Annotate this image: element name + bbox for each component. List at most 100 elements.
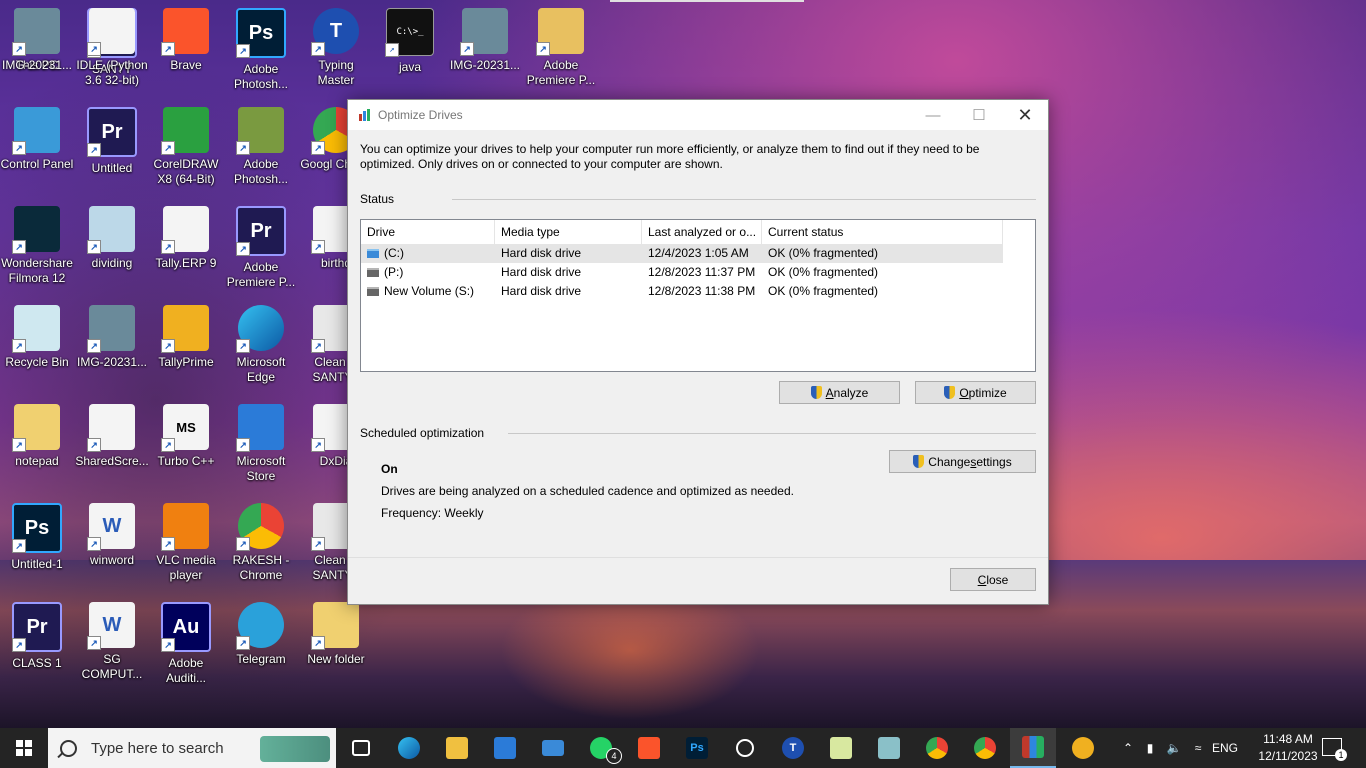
taskbar-optimize-drives[interactable] xyxy=(1010,728,1056,768)
folder-icon: ↗ xyxy=(311,602,359,650)
taskbar-mail[interactable] xyxy=(530,728,576,768)
minimize-button[interactable]: — xyxy=(910,100,956,130)
uac-shield-icon xyxy=(913,455,925,468)
clock-time: 11:48 AM xyxy=(1263,732,1313,746)
desktop-icon[interactable]: ↗ Control Panel xyxy=(0,99,74,172)
desktop-icon[interactable]: ↗ TallyPrime xyxy=(149,297,223,370)
shortcut-arrow-icon: ↗ xyxy=(311,339,325,353)
desktop-icon[interactable]: Ps ↗ Untitled-1 xyxy=(0,495,74,572)
desktop-icon[interactable]: ↗ notepad xyxy=(0,396,74,469)
taskbar-brave[interactable] xyxy=(626,728,672,768)
task-view-button[interactable] xyxy=(338,728,384,768)
column-header-media-type[interactable]: Media type xyxy=(495,220,642,244)
desktop-icon[interactable]: ↗ IMG-20231... xyxy=(0,0,74,73)
search-icon xyxy=(60,739,77,757)
desktop-icon[interactable]: ↗ SharedScre... xyxy=(75,396,149,469)
desktop-icon[interactable]: ↗ Adobe Premiere P... xyxy=(524,0,598,88)
windows-logo-icon xyxy=(16,740,32,756)
media-type-cell: Hard disk drive xyxy=(501,246,582,260)
photo-icon: ↗ xyxy=(460,8,508,56)
desktop-icon[interactable]: W ↗ SG COMPUT... xyxy=(75,594,149,682)
desktop-icon[interactable]: ↗ Microsoft Store xyxy=(224,396,298,484)
desktop-icon[interactable]: ↗ IDLE (Python 3.6 32-bit) xyxy=(75,0,149,88)
table-row[interactable]: New Volume (S:) Hard disk drive 12/8/2023 … xyxy=(361,282,1035,301)
close-window-button[interactable]: ✕ xyxy=(1002,100,1048,130)
desktop-icon[interactable]: Pr ↗ Adobe Premiere P... xyxy=(224,198,298,290)
shortcut-arrow-icon: ↗ xyxy=(12,141,26,155)
desktop-icon[interactable]: ↗ Brave xyxy=(149,0,223,73)
desktop-icon-label: RAKESH - Chrome xyxy=(232,553,290,582)
desktop-icon[interactable]: Ps ↗ Adobe Photosh... xyxy=(224,0,298,92)
windows-drive-icon xyxy=(367,249,379,259)
taskbar-search-box[interactable]: Type here to search xyxy=(48,728,336,768)
change-settings-button[interactable]: Change s ettings xyxy=(889,450,1036,473)
desktop-icon[interactable]: ↗ Telegram xyxy=(224,594,298,667)
shortcut-arrow-icon: ↗ xyxy=(311,42,325,56)
taskbar-microsoft-store[interactable] xyxy=(482,728,528,768)
desktop-icon[interactable]: ↗ dividing xyxy=(75,198,149,271)
taskbar-night-light[interactable] xyxy=(1060,728,1106,768)
chevron-up-icon[interactable]: ⌃ xyxy=(1118,741,1138,755)
taskbar-edge[interactable] xyxy=(386,728,432,768)
taskbar-chrome-1[interactable] xyxy=(914,728,960,768)
pr-icon: Pr↗ xyxy=(12,602,62,652)
taskbar-chrome-2[interactable] xyxy=(962,728,1008,768)
clock[interactable]: 11:48 AM 12/11/2023 xyxy=(1250,731,1326,765)
optimize-button[interactable]: Optimize xyxy=(915,381,1036,404)
language-indicator[interactable]: ENG xyxy=(1210,741,1240,755)
taskbar-file-explorer[interactable] xyxy=(434,728,480,768)
wifi-icon[interactable]: ≈ xyxy=(1186,741,1210,755)
start-button[interactable] xyxy=(0,728,48,768)
drive-name: (P:) xyxy=(384,265,404,279)
shortcut-arrow-icon: ↗ xyxy=(161,339,175,353)
taskbar-typing-master[interactable]: T xyxy=(770,728,816,768)
desktop-icon-label: Adobe Photosh... xyxy=(233,157,289,186)
taskbar-photoshop[interactable]: Ps xyxy=(674,728,720,768)
column-header-last-analyzed[interactable]: Last analyzed or o... xyxy=(642,220,762,244)
desktop-icon[interactable]: T ↗ Typing Master xyxy=(299,0,373,88)
analyze-button[interactable]: Analyze xyxy=(779,381,900,404)
desktop-icon[interactable]: MS ↗ Turbo C++ xyxy=(149,396,223,469)
desktop-icon[interactable]: ↗ Wondershare Filmora 12 xyxy=(0,198,74,286)
table-row[interactable]: (C:) Hard disk drive 12/4/2023 1:05 AM OK (… xyxy=(361,244,1003,263)
column-header-drive[interactable]: Drive xyxy=(361,220,495,244)
taskbar-camera[interactable] xyxy=(722,728,768,768)
close-button[interactable]: Close xyxy=(950,568,1036,591)
edge-icon xyxy=(398,737,420,759)
column-header-current-status[interactable]: Current status xyxy=(762,220,1003,244)
title-bar[interactable]: Optimize Drives — ☐ ✕ xyxy=(348,100,1048,130)
shortcut-arrow-icon: ↗ xyxy=(87,438,101,452)
drives-list[interactable]: Drive Media type Last analyzed or o... C… xyxy=(360,219,1036,372)
desktop-icon[interactable]: ↗ CorelDRAW X8 (64-Bit) xyxy=(149,99,223,187)
desktop-icon[interactable]: ↗ Microsoft Edge xyxy=(224,297,298,385)
action-center-button[interactable]: 1 xyxy=(1322,738,1347,761)
desktop-icon[interactable]: ↗ VLC media player xyxy=(149,495,223,583)
taskbar-whatsapp[interactable]: 4 xyxy=(578,728,624,768)
desktop-icon[interactable]: C:\>_ ↗ java xyxy=(373,0,447,75)
desktop-icon-label: IDLE (Python 3.6 32-bit) xyxy=(76,58,148,87)
desktop-icon[interactable]: ↗ Tally.ERP 9 xyxy=(149,198,223,271)
desktop-icon[interactable]: Au ↗ Adobe Auditi... xyxy=(149,594,223,686)
desktop-icon[interactable]: Pr ↗ CLASS 1 xyxy=(0,594,74,671)
taskbar-notepad[interactable] xyxy=(818,728,864,768)
window-title: Optimize Drives xyxy=(378,108,463,122)
shortcut-arrow-icon: ↗ xyxy=(12,539,26,553)
desktop-icon[interactable]: Pr ↗ Untitled xyxy=(75,99,149,176)
photoshop-old-icon: ↗ xyxy=(236,107,284,155)
battery-icon[interactable]: ▮ xyxy=(1138,741,1162,755)
desktop-icon[interactable]: ↗ IMG-20231... xyxy=(448,0,522,73)
shortcut-arrow-icon: ↗ xyxy=(12,42,26,56)
clock-date: 12/11/2023 xyxy=(1258,749,1318,763)
app-icon xyxy=(878,737,900,759)
table-row[interactable]: (P:) Hard disk drive 12/8/2023 11:37 PM OK … xyxy=(361,263,1035,282)
desktop-icon[interactable]: W ↗ winword xyxy=(75,495,149,568)
desktop-icon[interactable]: ↗ Adobe Photosh... xyxy=(224,99,298,187)
desktop-icon[interactable]: ↗ Recycle Bin xyxy=(0,297,74,370)
desktop-icon[interactable]: ↗ RAKESH - Chrome xyxy=(224,495,298,583)
volume-icon[interactable]: 🔈 xyxy=(1162,741,1186,755)
desktop-icon-label: Adobe Premiere P... xyxy=(226,260,296,289)
desktop-icon[interactable]: ↗ IMG-20231... xyxy=(75,297,149,370)
top-edge-strip xyxy=(610,0,804,2)
taskbar-app-generic[interactable] xyxy=(866,728,912,768)
close-icon: ✕ xyxy=(1017,104,1033,125)
